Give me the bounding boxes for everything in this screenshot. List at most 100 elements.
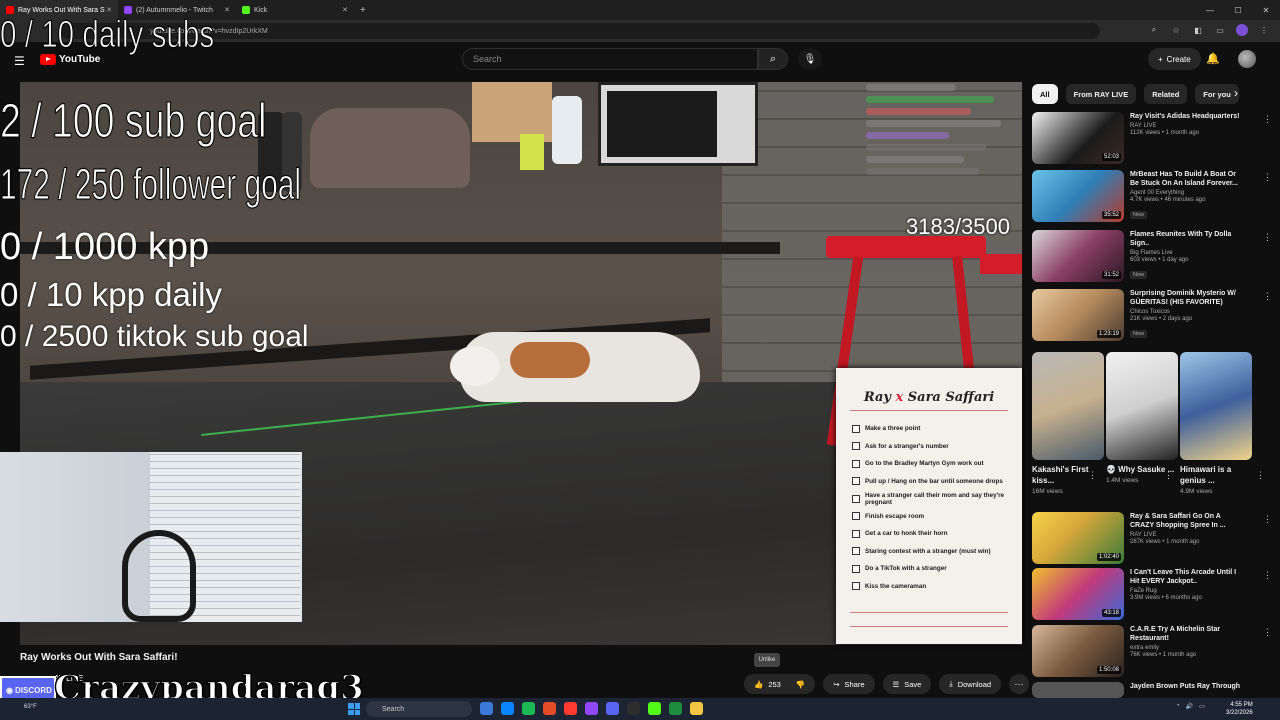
video-title[interactable]: Ray Visit's Adidas Headquarters! <box>1130 112 1246 121</box>
channel-name[interactable]: extra emily <box>1130 645 1246 651</box>
video-title[interactable]: Surprising Dominik Mysterio W/ GÜERITAS!… <box>1130 289 1246 307</box>
edge-icon[interactable] <box>501 702 514 715</box>
file-explorer-icon[interactable] <box>480 702 493 715</box>
twitch-app-icon[interactable] <box>585 702 598 715</box>
notifications-bell-icon[interactable]: 🔔 <box>1206 52 1220 65</box>
browser-tab-kick[interactable]: Kick ✕ <box>236 0 354 20</box>
short-thumbnail[interactable] <box>1180 352 1252 460</box>
new-tab-button[interactable]: + <box>360 5 366 16</box>
download-button[interactable]: ⤓ Download <box>939 674 1002 694</box>
video-thumbnail[interactable]: 31:52 <box>1032 230 1124 282</box>
video-thumbnail[interactable]: 1:02:40 <box>1032 512 1124 564</box>
chevron-right-icon[interactable]: › <box>1234 86 1238 100</box>
more-dots-icon[interactable]: ⋮ <box>1263 232 1272 243</box>
battery-icon[interactable]: ▭ <box>1199 703 1205 710</box>
taskbar-search[interactable]: Search <box>366 701 472 717</box>
short-thumbnail[interactable] <box>1106 352 1178 460</box>
short-item[interactable]: 💀 Why Sasuke ... 1.4M views <box>1106 352 1178 484</box>
recommended-video[interactable]: 35:52 MrBeast Has To Build A Boat Or Be … <box>1032 170 1272 224</box>
video-title[interactable]: Ray & Sara Saffari Go On A CRAZY Shoppin… <box>1130 512 1246 530</box>
video-thumbnail[interactable]: 43:18 <box>1032 568 1124 620</box>
more-dots-icon[interactable]: ⋮ <box>1263 570 1272 581</box>
volume-icon[interactable]: 🔊 <box>1186 703 1193 710</box>
video-title[interactable]: I Can't Leave This Arcade Until I Hit EV… <box>1130 568 1246 586</box>
channel-name[interactable]: RAY LIVE <box>1130 532 1246 538</box>
video-thumbnail[interactable] <box>1032 682 1124 698</box>
save-button[interactable]: ☰ Save <box>882 674 932 694</box>
video-title[interactable]: Jayden Brown Puts Ray Through <box>1130 682 1246 691</box>
voice-search-button[interactable]: 🎙 <box>798 48 822 70</box>
close-icon[interactable]: ✕ <box>342 6 348 14</box>
video-title[interactable]: MrBeast Has To Build A Boat Or Be Stuck … <box>1130 170 1246 188</box>
more-dots-icon[interactable]: ⋮ <box>1256 470 1265 481</box>
search-button[interactable]: ⌕ <box>758 48 788 70</box>
channel-name[interactable]: Big Flames Live <box>1130 250 1246 256</box>
account-avatar[interactable] <box>1238 50 1256 68</box>
search-input[interactable]: Search <box>462 48 758 70</box>
chip-related[interactable]: Related <box>1144 84 1188 104</box>
thumbs-down-icon[interactable]: 👎 <box>796 680 805 689</box>
video-thumbnail[interactable]: 1:23:19 <box>1032 289 1124 341</box>
thumbs-up-icon: 👍 <box>754 679 764 689</box>
taskbar-clock[interactable]: 4:55 PM 3/22/2026 <box>1226 701 1253 717</box>
close-window-icon[interactable]: ✕ <box>1252 0 1280 20</box>
checklist-item: Pull up / Hang on the bar until someone … <box>852 473 1016 491</box>
chrome-icon[interactable] <box>543 702 556 715</box>
share-button[interactable]: ↪ Share <box>823 674 875 694</box>
weather-widget[interactable]: 63°F <box>24 704 37 710</box>
start-button[interactable] <box>348 703 360 715</box>
sidebar-icon[interactable]: ▭ <box>1214 24 1226 36</box>
extensions-icon[interactable]: ◧ <box>1192 24 1204 36</box>
url-field[interactable]: youtube.com/watch?v=hvzdIp2UrkXM <box>60 23 1100 39</box>
recommended-video[interactable]: Jayden Brown Puts Ray Through <box>1032 682 1272 698</box>
recommended-video[interactable]: 1:02:40 Ray & Sara Saffari Go On A CRAZY… <box>1032 512 1272 566</box>
zoom-icon[interactable]: ⌕ <box>1148 24 1160 36</box>
excel-icon[interactable] <box>669 702 682 715</box>
create-button[interactable]: + Create <box>1148 48 1201 70</box>
recommended-video[interactable]: 52:03 Ray Visit's Adidas Headquarters! R… <box>1032 112 1272 166</box>
video-thumbnail[interactable]: 35:52 <box>1032 170 1124 222</box>
video-title[interactable]: Flames Reunites With Ty Dolla Sign.. <box>1130 230 1246 248</box>
channel-name[interactable]: FaZe Rug <box>1130 588 1246 594</box>
chip-for-you[interactable]: For you <box>1195 84 1239 104</box>
short-item[interactable]: Himawari is a genius ... 4.9M views <box>1180 352 1252 495</box>
video-thumbnail[interactable]: 1:50:08 <box>1032 625 1124 677</box>
kick-app-icon[interactable] <box>648 702 661 715</box>
chip-from-ray-live[interactable]: From RAY LIVE <box>1065 84 1137 104</box>
spotify-icon[interactable] <box>522 702 535 715</box>
youtube-app-icon[interactable] <box>564 702 577 715</box>
chip-all[interactable]: All <box>1032 84 1058 104</box>
more-dots-icon[interactable]: ⋮ <box>1263 514 1272 525</box>
channel-name[interactable]: RAY LIVE <box>1130 123 1246 129</box>
bookmark-star-icon[interactable]: ☆ <box>1170 24 1182 36</box>
discord-app-icon[interactable] <box>606 702 619 715</box>
video-duration: 35:52 <box>1101 211 1121 219</box>
minimize-icon[interactable]: — <box>1196 0 1224 20</box>
short-title[interactable]: Himawari is a genius ... <box>1180 464 1252 486</box>
video-title[interactable]: C.A.R.E Try A Michelin Star Restaurant! <box>1130 625 1246 643</box>
recommended-video[interactable]: 31:52 Flames Reunites With Ty Dolla Sign… <box>1032 230 1272 284</box>
more-dots-icon[interactable]: ⋮ <box>1263 172 1272 183</box>
short-thumbnail[interactable] <box>1032 352 1104 460</box>
more-dots-icon[interactable]: ⋮ <box>1088 470 1097 481</box>
more-dots-icon[interactable]: ⋮ <box>1263 114 1272 125</box>
wifi-icon[interactable]: ◔ <box>1176 703 1180 710</box>
recommended-video[interactable]: 1:50:08 C.A.R.E Try A Michelin Star Rest… <box>1032 625 1272 679</box>
channel-name[interactable]: Chicos Toxicos <box>1130 309 1246 315</box>
more-actions-button[interactable]: ⋯ <box>1009 674 1030 694</box>
like-button[interactable]: 👍 253 👎 <box>744 674 816 694</box>
maximize-icon[interactable]: ☐ <box>1224 0 1252 20</box>
close-icon[interactable]: ✕ <box>224 6 230 14</box>
channel-name[interactable]: Agent 00 Everything <box>1130 190 1246 196</box>
more-dots-icon[interactable]: ⋮ <box>1263 291 1272 302</box>
video-thumbnail[interactable]: 52:03 <box>1032 112 1124 164</box>
more-dots-icon[interactable]: ⋮ <box>1164 470 1173 481</box>
more-dots-icon[interactable]: ⋮ <box>1263 627 1272 638</box>
menu-dots-icon[interactable]: ⋮ <box>1258 24 1270 36</box>
recommended-video[interactable]: 43:18 I Can't Leave This Arcade Until I … <box>1032 568 1272 622</box>
folder-icon[interactable] <box>690 702 703 715</box>
profile-avatar[interactable] <box>1236 24 1248 36</box>
obs-icon[interactable] <box>627 702 640 715</box>
recommended-video[interactable]: 1:23:19 Surprising Dominik Mysterio W/ G… <box>1032 289 1272 343</box>
close-icon[interactable]: ✕ <box>106 6 112 14</box>
